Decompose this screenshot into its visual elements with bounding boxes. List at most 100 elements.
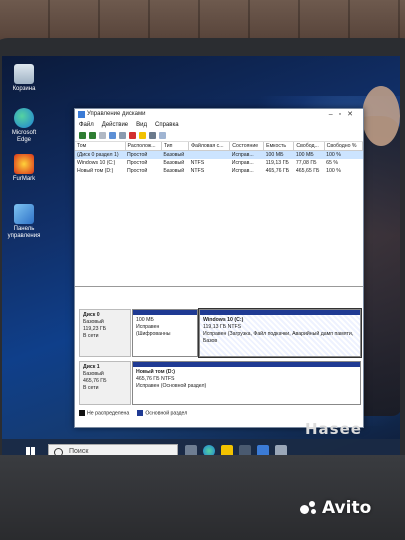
disk-management-icon (78, 111, 85, 118)
table-row[interactable]: Новый том (D:) Простой Базовый NTFS Испр… (75, 167, 363, 175)
desktop-icon-label: Панель управления (7, 226, 41, 239)
table-cell: 100 МБ (263, 150, 294, 159)
avito-watermark: Avito (300, 498, 371, 518)
table-row[interactable]: Windows 10 (C:) Простой Базовый NTFS Исп… (75, 159, 363, 167)
menu-file[interactable]: Файл (79, 122, 94, 130)
menu-bar: Файл Действие Вид Справка (75, 121, 363, 131)
hasee-logo: Hasee (305, 420, 362, 438)
furmark-icon (14, 154, 34, 174)
properties-icon[interactable] (109, 132, 116, 139)
disk-type: Базовый (83, 319, 104, 326)
back-icon[interactable] (79, 132, 86, 139)
table-row[interactable]: (Диск 0 раздел 1) Простой Базовый Исправ… (75, 150, 363, 159)
delete-icon[interactable] (129, 132, 136, 139)
desktop-icon-furmark[interactable]: FurMark (4, 154, 44, 183)
menu-view[interactable]: Вид (136, 122, 147, 130)
partition-status: Исправен (Загрузка, Файл подкачки, Авари… (203, 331, 354, 345)
partition-bar (133, 310, 197, 315)
table-cell (188, 150, 230, 159)
table-cell: 65 % (326, 160, 338, 166)
table-cell: Простой (127, 168, 148, 174)
table-cell: 77,08 ГБ (295, 160, 317, 166)
disk-1-row: Диск 1 Базовый 465,76 ГБ В сети Новый то… (79, 361, 361, 405)
table-cell: 119,13 ГБ (265, 160, 289, 166)
partition-bar (133, 362, 360, 367)
partition-size: 119,13 ГБ NTFS (203, 324, 242, 331)
partition-size: 100 МБ (136, 317, 154, 323)
table-cell: Новый том (D:) (77, 168, 114, 174)
open-icon[interactable] (149, 132, 156, 139)
window-controls[interactable]: ‒▫✕ (329, 110, 359, 118)
list-icon[interactable] (99, 132, 106, 139)
disk-management-window: Управление дисками ‒▫✕ Файл Действие Вид… (74, 108, 364, 428)
disk-name: Диск 1 (83, 364, 100, 370)
partition-title: Новый том (D:) (136, 369, 175, 375)
table-cell: Базовый (161, 150, 189, 159)
disk-name: Диск 0 (83, 312, 100, 318)
disk-status: В сети (83, 385, 99, 392)
partition-status: Исправен (Шифрованны (136, 324, 171, 338)
column-header[interactable]: Располож... (125, 142, 162, 151)
volume-list-area (75, 175, 363, 287)
column-header[interactable]: Свобод... (293, 142, 325, 151)
help-icon[interactable] (119, 132, 126, 139)
desktop-icon-label: Microsoft Edge (11, 130, 37, 143)
column-header[interactable]: Состояние (229, 142, 265, 151)
recycle-bin-icon (14, 64, 34, 84)
volume-table-header: Том Располож... Тип Файловая с... Состоя… (75, 142, 364, 151)
column-header[interactable]: Файловая с... (188, 142, 231, 151)
partition-status: Исправен (Основной раздел) (136, 383, 207, 390)
disk-type: Базовый (83, 371, 104, 378)
desktop-icon-control-panel[interactable]: Панель управления (4, 204, 44, 239)
desktop-icon-recycle-bin[interactable]: Корзина (4, 64, 44, 93)
window-titlebar[interactable]: Управление дисками ‒▫✕ (75, 109, 363, 121)
table-cell: Простой (125, 150, 162, 159)
desktop-icon-label: Корзина (12, 86, 36, 92)
avito-text: Avito (322, 498, 372, 518)
legend-unallocated: Не распределена (79, 410, 129, 416)
desktop-icon-label: FurMark (12, 176, 36, 182)
desktop-icon-edge[interactable]: Microsoft Edge (4, 108, 44, 143)
avito-logo-icon (300, 501, 320, 515)
column-header[interactable]: Емкость (263, 142, 295, 151)
table-cell: 100 % (326, 168, 341, 174)
partition-c[interactable]: Windows 10 (C:) 119,13 ГБ NTFS Исправен … (198, 308, 362, 358)
forward-icon[interactable] (89, 132, 96, 139)
table-cell: Windows 10 (C:) (77, 160, 116, 166)
disk-size: 119,23 ГБ (83, 326, 107, 333)
menu-action[interactable]: Действие (102, 122, 128, 130)
menu-help[interactable]: Справка (155, 122, 179, 130)
disk-status: В сети (83, 333, 99, 340)
partition-efi[interactable]: 100 МБ Исправен (Шифрованны (132, 309, 198, 357)
column-header[interactable]: Свободно % (324, 142, 364, 151)
disk-size: 465,76 ГБ (83, 378, 107, 385)
partition-size: 465,76 ГБ NTFS (136, 376, 175, 383)
table-cell: Простой (127, 160, 148, 166)
view-icon[interactable] (159, 132, 166, 139)
disk-1-label[interactable]: Диск 1 Базовый 465,76 ГБ В сети (79, 361, 131, 405)
table-cell: Базовый (163, 160, 185, 166)
partition-bar (200, 310, 360, 315)
column-header[interactable]: Том (75, 142, 126, 151)
table-cell: NTFS (190, 160, 205, 166)
disk-0-label[interactable]: Диск 0 Базовый 119,23 ГБ В сети (79, 309, 131, 357)
search-placeholder: Поиск (69, 448, 89, 455)
table-cell: Исправ... (231, 160, 254, 166)
table-cell: 465,76 ГБ (265, 168, 290, 174)
partition-d[interactable]: Новый том (D:) 465,76 ГБ NTFS Исправен (… (132, 361, 361, 405)
desktop-screen: Корзина Microsoft Edge FurMark Панель уп… (2, 56, 400, 471)
table-cell: Базовый (163, 168, 185, 174)
window-title: Управление дисками (87, 111, 146, 117)
legend: Не распределена Основной раздел (79, 410, 187, 416)
column-header[interactable]: Тип (161, 142, 190, 151)
table-cell: 465,65 ГБ (295, 168, 320, 174)
control-panel-icon (14, 204, 34, 224)
volume-table: Том Располож... Тип Файловая с... Состоя… (75, 142, 364, 175)
key-icon[interactable] (139, 132, 146, 139)
wallpaper-figure-head (362, 86, 400, 146)
partition-title: Windows 10 (C:) (203, 317, 244, 323)
table-cell: 100 МБ (293, 150, 325, 159)
legend-label: Не распределена (87, 410, 130, 417)
edge-icon (14, 108, 34, 128)
table-cell: Исправ... (231, 168, 254, 174)
